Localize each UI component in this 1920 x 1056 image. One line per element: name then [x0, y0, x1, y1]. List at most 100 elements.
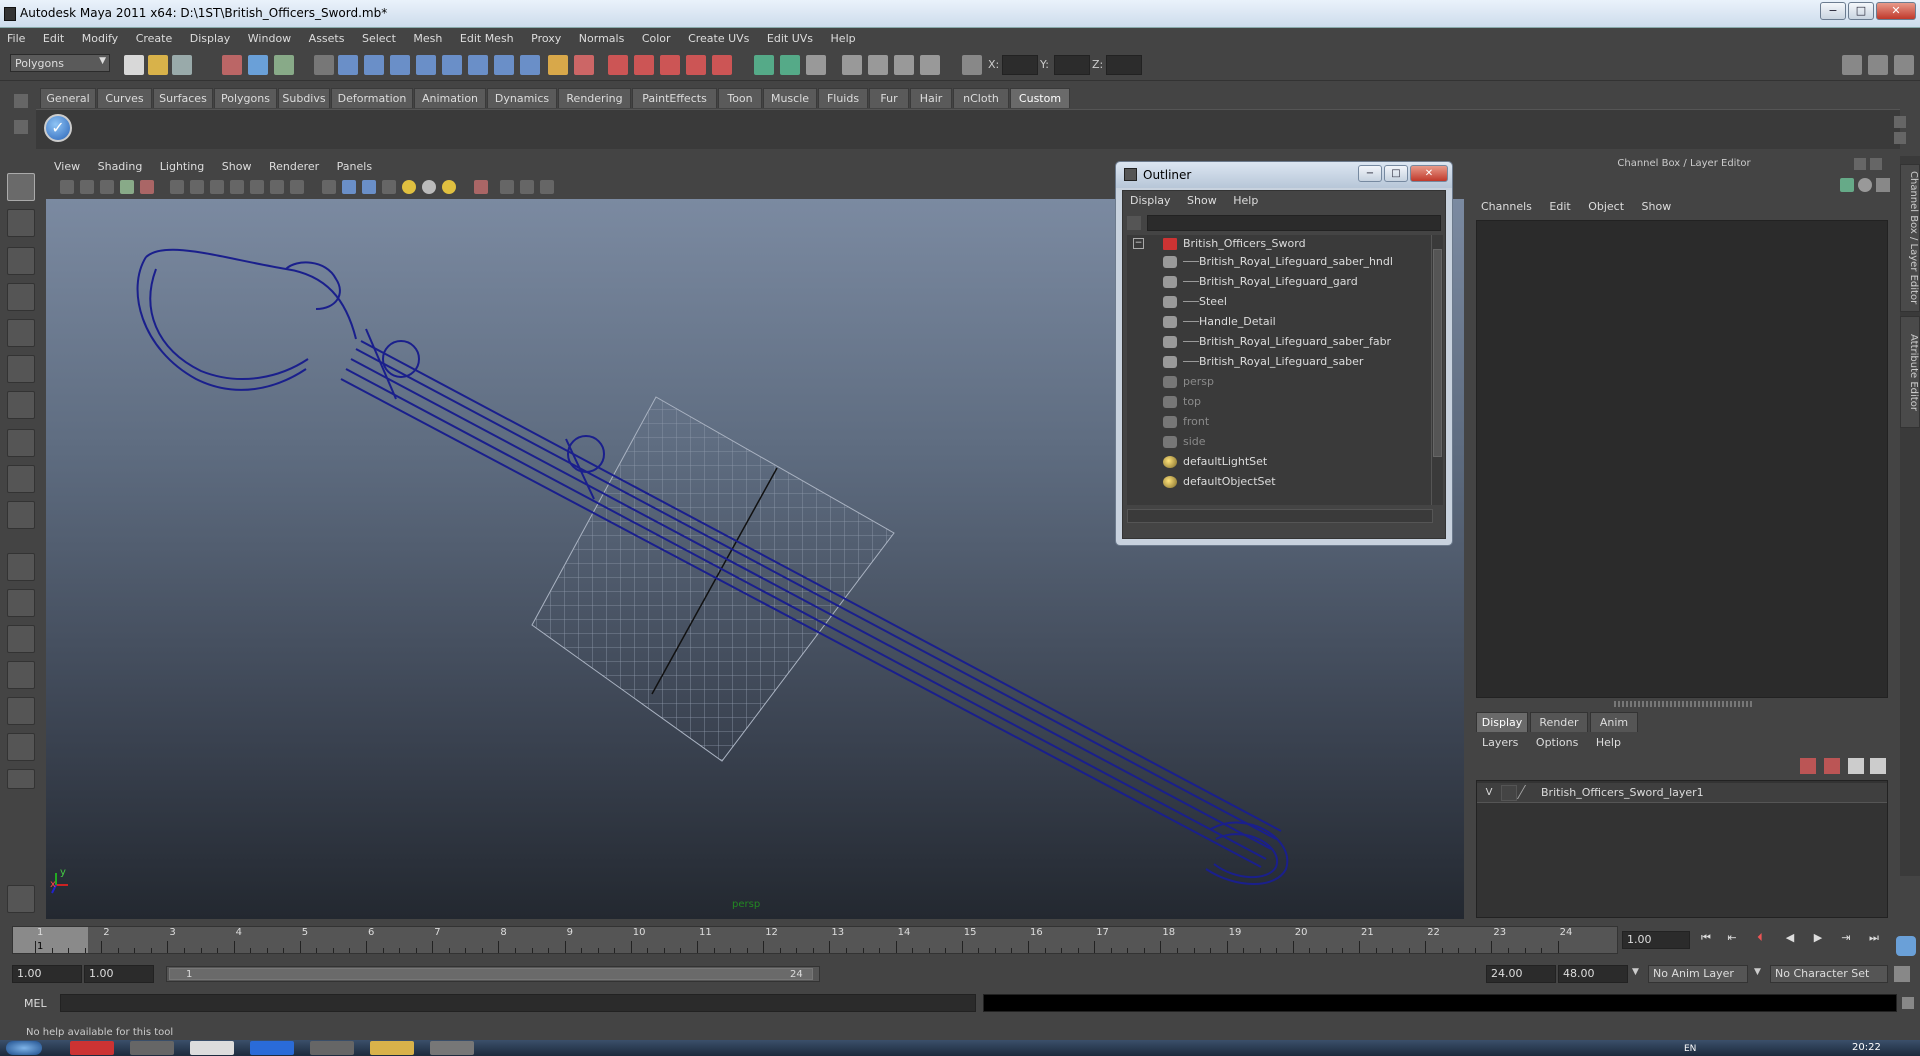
input-line-icon[interactable] [754, 55, 774, 75]
tree-item-camera[interactable]: persp [1163, 373, 1423, 391]
menu-mesh[interactable]: Mesh [406, 29, 449, 45]
snap-plane-icon[interactable] [416, 55, 436, 75]
le-menu-layers[interactable]: Layers [1474, 734, 1524, 749]
ipr-render-icon[interactable] [634, 55, 654, 75]
menu-display[interactable]: Display [183, 29, 238, 45]
taskbar-browser-icon[interactable] [70, 1041, 114, 1055]
safe-title-icon[interactable] [290, 180, 304, 194]
menu-proxy[interactable]: Proxy [524, 29, 568, 45]
absolute-transform-icon[interactable] [962, 55, 982, 75]
move-tool-icon[interactable] [7, 283, 35, 311]
attribute-editor-toggle-icon[interactable] [868, 55, 888, 75]
tree-item-child[interactable]: British_Royal_Lifeguard_gard [1163, 273, 1423, 291]
outliner-horizontal-scrollbar[interactable] [1127, 509, 1433, 523]
field-chart-icon[interactable] [250, 180, 264, 194]
transform-lock-icon[interactable] [920, 55, 940, 75]
play-backwards-icon[interactable]: ◀ [1780, 931, 1800, 949]
single-pane-layout-icon[interactable] [7, 553, 35, 581]
render-settings-icon[interactable] [660, 55, 680, 75]
graph-persp-layout-icon[interactable] [7, 661, 35, 689]
lasso-tool-icon[interactable] [7, 209, 35, 237]
tree-item-camera[interactable]: front [1163, 413, 1423, 431]
scroll-thumb[interactable] [1433, 249, 1442, 457]
snap-curve-icon[interactable] [364, 55, 384, 75]
image-plane-icon[interactable] [120, 180, 134, 194]
character-set-select[interactable]: No Character Set [1770, 965, 1888, 983]
layout-expand-icon[interactable] [7, 769, 35, 789]
anim-layer-dropdown-icon[interactable]: ▼ [1632, 967, 1639, 977]
universal-manipulator-icon[interactable] [7, 391, 35, 419]
move-layer-down-icon[interactable] [1870, 758, 1886, 774]
show-tool-settings-icon[interactable] [1868, 55, 1888, 75]
show-channel-box-icon[interactable] [1894, 55, 1914, 75]
tree-item-root[interactable]: British_Officers_Sword [1163, 235, 1423, 253]
menu-normals[interactable]: Normals [572, 29, 632, 45]
tree-item-set[interactable]: defaultLightSet [1163, 453, 1423, 471]
outliner-maximize-button[interactable]: □ [1384, 165, 1408, 182]
new-layer-icon[interactable] [1800, 758, 1816, 774]
vp-menu-view[interactable]: View [46, 158, 86, 173]
soft-modification-icon[interactable] [7, 429, 35, 457]
menu-create[interactable]: Create [129, 29, 180, 45]
outliner-menu-help[interactable]: Help [1226, 191, 1264, 207]
new-layer-selected-icon[interactable] [1824, 758, 1840, 774]
checkmark-icon[interactable]: ✓ [44, 114, 72, 142]
channel-box-toggle-icon[interactable] [806, 55, 826, 75]
auto-key-icon[interactable] [1894, 966, 1910, 982]
render-current-icon[interactable] [608, 55, 628, 75]
shelf-tab-surfaces[interactable]: Surfaces [153, 88, 213, 108]
start-button-icon[interactable] [6, 1041, 42, 1055]
cb-menu-show[interactable]: Show [1635, 198, 1679, 213]
shelf-tab-muscle[interactable]: Muscle [763, 88, 817, 108]
le-menu-help[interactable]: Help [1588, 734, 1627, 749]
cb-menu-channels[interactable]: Channels [1474, 198, 1539, 213]
tree-item-child[interactable]: Steel [1163, 293, 1423, 311]
show-manipulator-icon[interactable] [7, 465, 35, 493]
time-slider[interactable]: 1 1 2 3 4 5 6 7 8 9 10 11 12 13 14 15 16 17 18 19 20 21 22 23 2… [12, 926, 1618, 954]
vp-menu-lighting[interactable]: Lighting [152, 158, 210, 173]
outliner-persp-layout-icon[interactable] [7, 625, 35, 653]
step-back-key-icon[interactable]: ⇤ [1722, 931, 1742, 949]
select-tool-icon[interactable] [7, 173, 35, 201]
layer-row[interactable]: V British_Officers_Sword_layer1 [1477, 783, 1887, 803]
menu-edit-uvs[interactable]: Edit UVs [760, 29, 820, 45]
script-editor-icon[interactable] [1902, 997, 1914, 1009]
anim-layer-select[interactable]: No Anim Layer [1648, 965, 1748, 983]
menu-help[interactable]: Help [824, 29, 863, 45]
rotate-tool-icon[interactable] [7, 319, 35, 347]
shelf-tab-fur[interactable]: Fur [869, 88, 909, 108]
2d-pan-zoom-icon[interactable] [140, 180, 154, 194]
xray-joints-icon[interactable] [520, 180, 534, 194]
render-view-icon[interactable] [712, 55, 732, 75]
hud-toggle-icon[interactable] [540, 180, 554, 194]
open-scene-icon[interactable] [148, 55, 168, 75]
resolution-gate-icon[interactable] [210, 180, 224, 194]
outliner-close-button[interactable]: ✕ [1410, 165, 1448, 182]
side-tab-channel-box[interactable]: Channel Box / Layer Editor [1900, 164, 1920, 312]
wireframe-icon[interactable] [322, 180, 336, 194]
language-indicator[interactable]: EN [1684, 1044, 1696, 1054]
vp-menu-renderer[interactable]: Renderer [261, 158, 325, 173]
shelf-tab-dynamics[interactable]: Dynamics [487, 88, 557, 108]
save-scene-icon[interactable] [172, 55, 192, 75]
channel-box-area[interactable] [1476, 220, 1888, 698]
tool-settings-toggle-icon[interactable] [894, 55, 914, 75]
four-pane-layout-icon[interactable] [7, 589, 35, 617]
modeling-toolkit-icon[interactable] [842, 55, 862, 75]
new-scene-icon[interactable] [124, 55, 144, 75]
menu-edit[interactable]: Edit [36, 29, 71, 45]
bookmarks-icon[interactable] [100, 180, 114, 194]
taskbar-acrobat-icon[interactable] [190, 1041, 234, 1055]
shelf-tab-fluids[interactable]: Fluids [818, 88, 868, 108]
mel-command-input[interactable] [60, 994, 976, 1012]
mask-menu-icon[interactable] [314, 55, 334, 75]
play-forwards-icon[interactable]: ▶ [1808, 931, 1828, 949]
shelf-tab-curves[interactable]: Curves [97, 88, 152, 108]
menu-file[interactable]: File [0, 29, 32, 45]
menu-assets[interactable]: Assets [302, 29, 352, 45]
tree-item-camera[interactable]: side [1163, 433, 1423, 451]
menu-modify[interactable]: Modify [75, 29, 125, 45]
range-slider-handle[interactable]: 1 24 [169, 968, 813, 980]
shelf-tab-painteffects[interactable]: PaintEffects [632, 88, 717, 108]
layer-visibility-toggle[interactable]: V [1481, 785, 1497, 801]
